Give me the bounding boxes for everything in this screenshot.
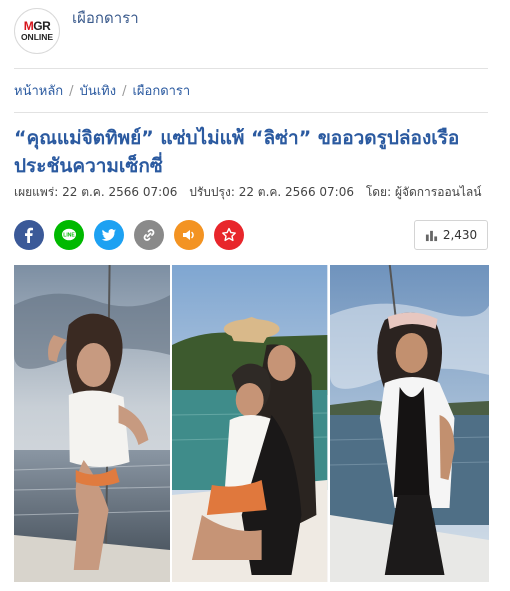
- bar-chart-icon: [425, 230, 437, 241]
- twitter-icon: [101, 229, 116, 241]
- author: โดย: ผู้จัดการออนไลน์: [365, 185, 482, 199]
- share-buttons: LINE: [14, 220, 244, 250]
- svg-text:LINE: LINE: [63, 233, 75, 239]
- facebook-icon: [25, 227, 33, 243]
- view-count: 2,430: [442, 228, 478, 242]
- article-title: “คุณแม่จิตทิพย์” แซ่บไม่แพ้ “ลิซ่า” ขออว…: [14, 127, 460, 177]
- line-share-button[interactable]: LINE: [54, 220, 84, 250]
- listen-button[interactable]: [174, 220, 204, 250]
- mgr-online-logo[interactable]: MGR ONLINE: [14, 8, 60, 54]
- photo-woman-on-boat-white-top[interactable]: [14, 265, 171, 582]
- line-icon: LINE: [62, 228, 76, 241]
- view-counter: 2,430: [414, 220, 488, 250]
- site-header: MGR ONLINE เผือกดารา: [0, 0, 510, 62]
- twitter-share-button[interactable]: [94, 220, 124, 250]
- breadcrumb-celebrity-gossip[interactable]: เผือกดารา: [132, 84, 190, 99]
- breadcrumb-entertainment[interactable]: บันเทิง: [80, 84, 117, 99]
- breadcrumb-home[interactable]: หน้าหลัก: [14, 84, 63, 99]
- speaker-icon: [183, 230, 194, 240]
- breadcrumb: หน้าหลัก / บันเทิง / เผือกดารา: [14, 84, 191, 99]
- photo-woman-black-swimsuit-on-boat[interactable]: [329, 265, 490, 582]
- article-meta: เผยแพร่: 22 ต.ค. 2566 07:06 ปรับปรุง: 22…: [14, 183, 489, 202]
- breadcrumb-divider: [14, 112, 488, 113]
- header-divider: [14, 68, 488, 69]
- article-photo-collage[interactable]: [14, 265, 490, 582]
- facebook-share-button[interactable]: [14, 220, 44, 250]
- star-icon: [222, 227, 236, 242]
- bookmark-button[interactable]: [214, 220, 244, 250]
- photo-two-women-on-boat[interactable]: [172, 265, 328, 582]
- link-icon: [143, 229, 155, 241]
- updated-date: ปรับปรุง: 22 ต.ค. 2566 07:06: [189, 185, 354, 199]
- copy-link-button[interactable]: [134, 220, 164, 250]
- section-title[interactable]: เผือกดารา: [72, 6, 139, 30]
- published-date: เผยแพร่: 22 ต.ค. 2566 07:06: [14, 185, 178, 199]
